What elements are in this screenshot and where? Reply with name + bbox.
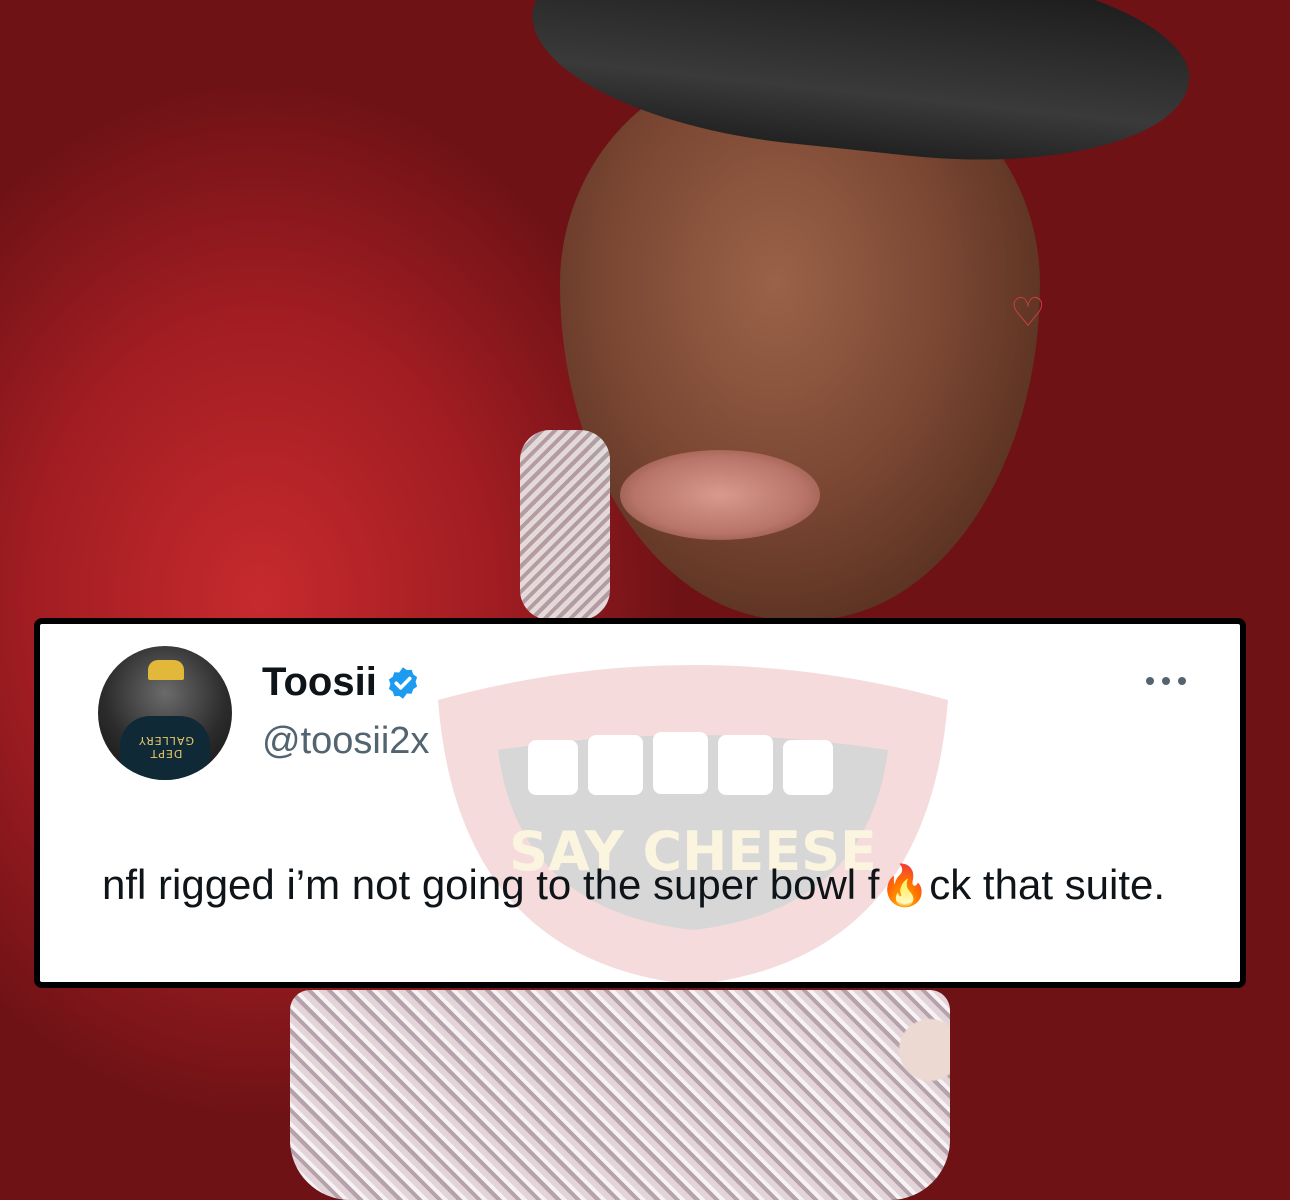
tweet-card: SAY CHEESE DEPT GALLERY Toosii @toosii2x… (34, 618, 1246, 988)
tweet-text-part-2: ck that suite. (929, 861, 1166, 908)
say-cheese-watermark-logo: SAY CHEESE (438, 665, 948, 982)
more-options-icon[interactable] (1144, 674, 1188, 688)
verified-badge-icon (388, 666, 417, 699)
tweet-text: nfl rigged i’m not going to the super bo… (102, 856, 1202, 915)
author-name-row: Toosii (262, 660, 421, 705)
display-name[interactable]: Toosii (262, 660, 377, 705)
background-photo: ♡ (0, 0, 1290, 1200)
user-handle[interactable]: @toosii2x (262, 720, 429, 763)
avatar-shirt-text: DEPT GALLERY (138, 734, 194, 760)
fire-emoji-icon: 🔥 (879, 863, 930, 909)
avatar-cap (148, 660, 184, 680)
person-lips (620, 450, 820, 540)
tweet-text-part-1: nfl rigged i’m not going to the super bo… (102, 861, 880, 908)
diamond-chain-pendant (290, 990, 950, 1200)
necklace (520, 430, 610, 620)
avatar[interactable]: DEPT GALLERY (98, 646, 232, 780)
heart-tattoo-icon: ♡ (1010, 290, 1046, 336)
